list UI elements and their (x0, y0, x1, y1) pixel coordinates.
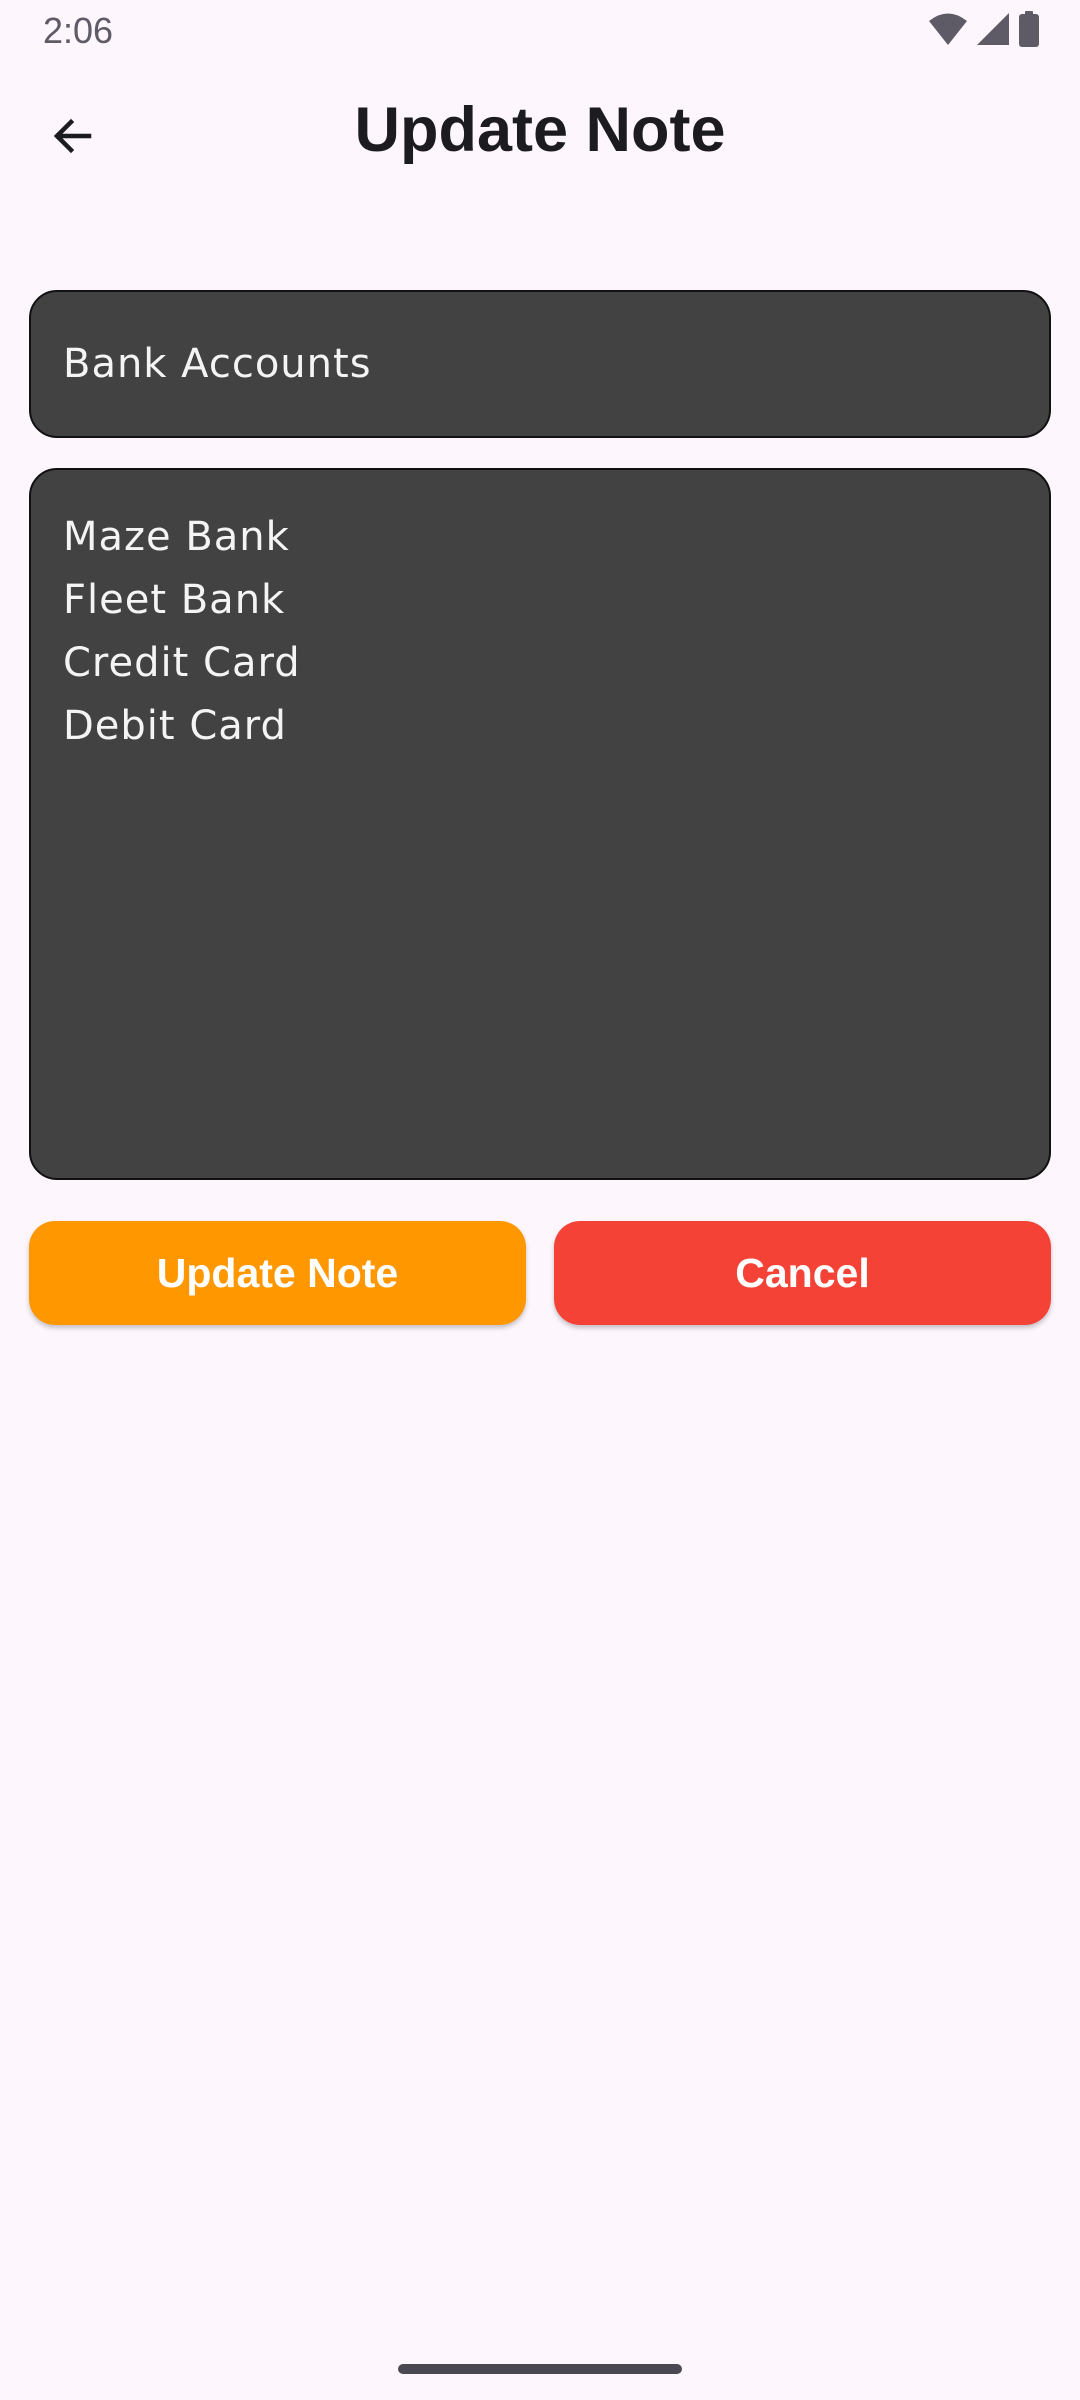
note-title-field[interactable]: Bank Accounts (29, 290, 1051, 438)
battery-icon (1018, 10, 1040, 52)
status-time: 2:06 (43, 10, 114, 51)
note-body-line: Debit Card (63, 703, 287, 749)
cancel-button[interactable]: Cancel (554, 1221, 1051, 1325)
gesture-navigation-bar[interactable] (398, 2364, 682, 2374)
wifi-icon (928, 12, 968, 51)
note-title-value: Bank Accounts (63, 341, 372, 387)
update-note-button[interactable]: Update Note (29, 1221, 526, 1325)
status-icons (928, 10, 1040, 52)
note-body-field[interactable]: Maze Bank Fleet Bank Credit Card Debit C… (29, 468, 1051, 1180)
cellular-signal-icon (976, 12, 1010, 51)
note-body-line: Maze Bank (63, 514, 290, 560)
page-title: Update Note (354, 95, 726, 165)
app-bar: Update Note (0, 62, 1080, 210)
note-body-line: Fleet Bank (63, 577, 286, 623)
status-bar: 2:06 (0, 0, 1080, 62)
note-body-line: Credit Card (63, 640, 301, 686)
